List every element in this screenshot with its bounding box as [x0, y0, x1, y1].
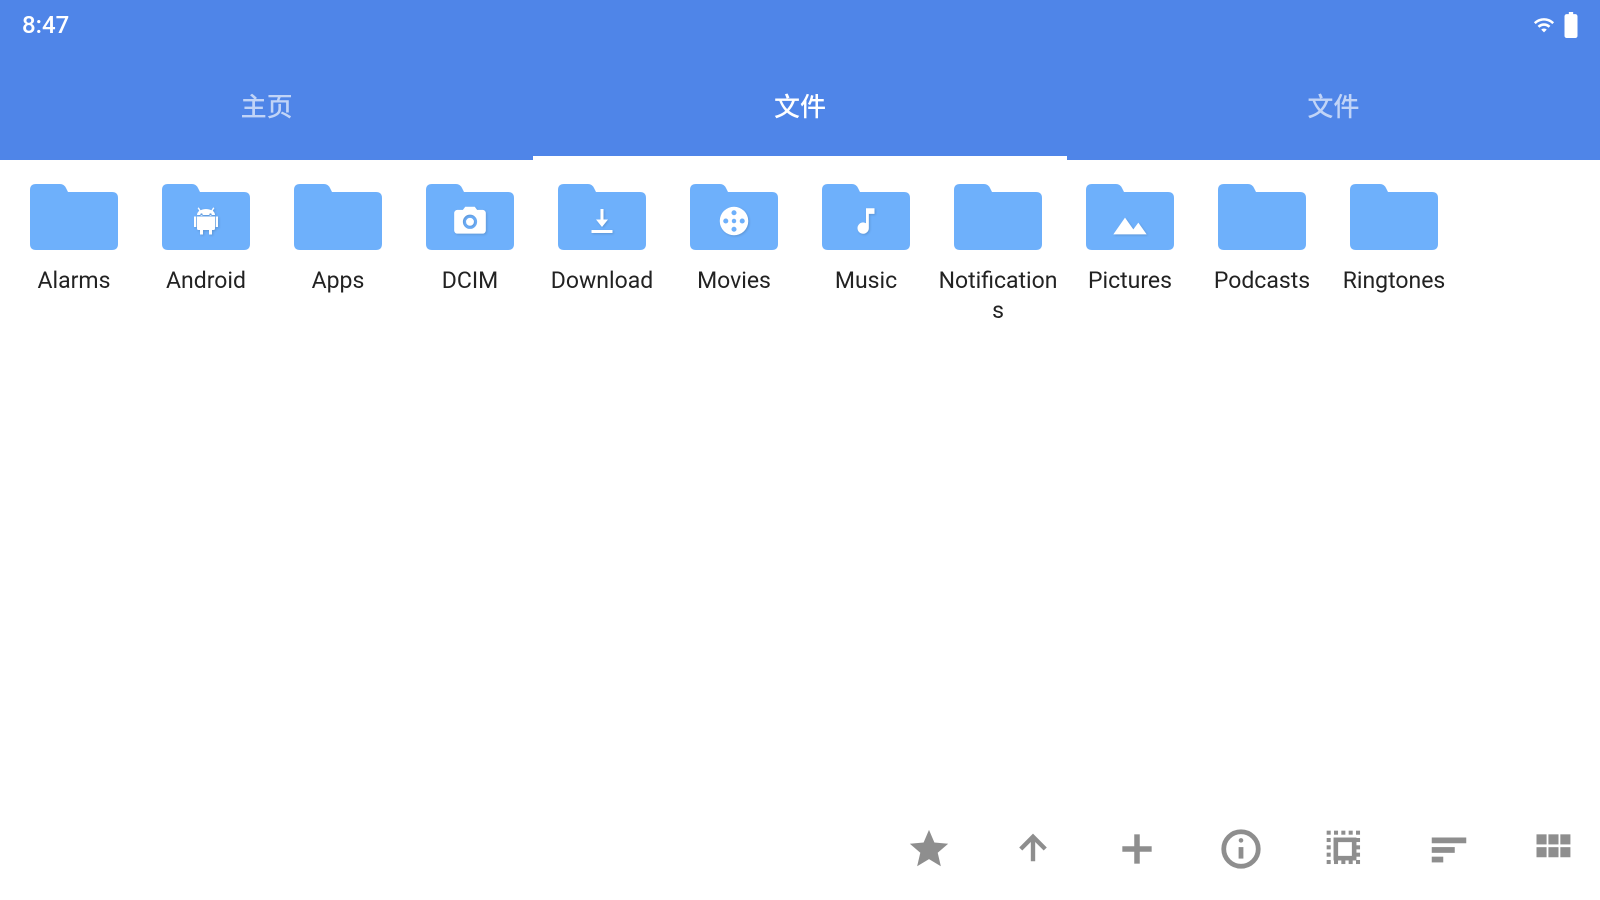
folder-icon [1346, 178, 1442, 252]
battery-icon [1564, 12, 1578, 38]
folder-icon [290, 178, 386, 252]
add-button[interactable] [1110, 822, 1164, 876]
wifi-icon [1530, 14, 1558, 36]
folder-icon [686, 178, 782, 252]
folder-label: Notifications [934, 266, 1062, 326]
folder-item[interactable]: Download [536, 178, 668, 326]
folder-icon [158, 178, 254, 252]
folder-label: Android [166, 266, 246, 296]
up-button[interactable] [1006, 822, 1060, 876]
bottom-toolbar [902, 822, 1580, 876]
image-icon [1082, 178, 1178, 252]
folder-label: Ringtones [1343, 266, 1446, 296]
tab-files-2[interactable]: 文件 [1067, 50, 1600, 160]
folder-label: Download [551, 266, 653, 296]
folder-item[interactable]: DCIM [404, 178, 536, 326]
folder-item[interactable]: Android [140, 178, 272, 326]
folder-item[interactable]: Apps [272, 178, 404, 326]
movie-icon [686, 178, 782, 252]
music-icon [818, 178, 914, 252]
android-icon [158, 178, 254, 252]
file-grid-area: Alarms Android Apps DCIM Download Movies… [0, 160, 1600, 900]
folder-icon [818, 178, 914, 252]
folder-label: DCIM [442, 266, 498, 296]
folder-item[interactable]: Alarms [8, 178, 140, 326]
folder-icon [1082, 178, 1178, 252]
folder-item[interactable]: Pictures [1064, 178, 1196, 326]
sort-button[interactable] [1422, 822, 1476, 876]
folder-label: Pictures [1088, 266, 1172, 296]
folder-item[interactable]: Ringtones [1328, 178, 1460, 326]
folder-icon [26, 178, 122, 252]
camera-icon [422, 178, 518, 252]
folder-item[interactable]: Notifications [932, 178, 1064, 326]
status-bar: 8:47 [0, 0, 1600, 50]
folder-icon [950, 178, 1046, 252]
folder-grid: Alarms Android Apps DCIM Download Movies… [8, 170, 1592, 346]
info-button[interactable] [1214, 822, 1268, 876]
folder-label: Music [835, 266, 897, 296]
select-all-button[interactable] [1318, 822, 1372, 876]
favorite-button[interactable] [902, 822, 956, 876]
folder-label: Apps [312, 266, 365, 296]
folder-item[interactable]: Movies [668, 178, 800, 326]
folder-icon [554, 178, 650, 252]
download-icon [554, 178, 650, 252]
folder-icon [422, 178, 518, 252]
folder-label: Podcasts [1214, 266, 1310, 296]
folder-item[interactable]: Music [800, 178, 932, 326]
folder-label: Movies [697, 266, 771, 296]
status-icons [1530, 12, 1578, 38]
tab-home[interactable]: 主页 [0, 50, 533, 160]
tab-bar: 主页 文件 文件 [0, 50, 1600, 160]
status-time: 8:47 [22, 11, 69, 39]
grid-view-button[interactable] [1526, 822, 1580, 876]
tab-files-active[interactable]: 文件 [533, 50, 1066, 160]
folder-icon [1214, 178, 1310, 252]
folder-label: Alarms [38, 266, 111, 296]
app-header: 8:47 主页 文件 文件 [0, 0, 1600, 160]
folder-item[interactable]: Podcasts [1196, 178, 1328, 326]
